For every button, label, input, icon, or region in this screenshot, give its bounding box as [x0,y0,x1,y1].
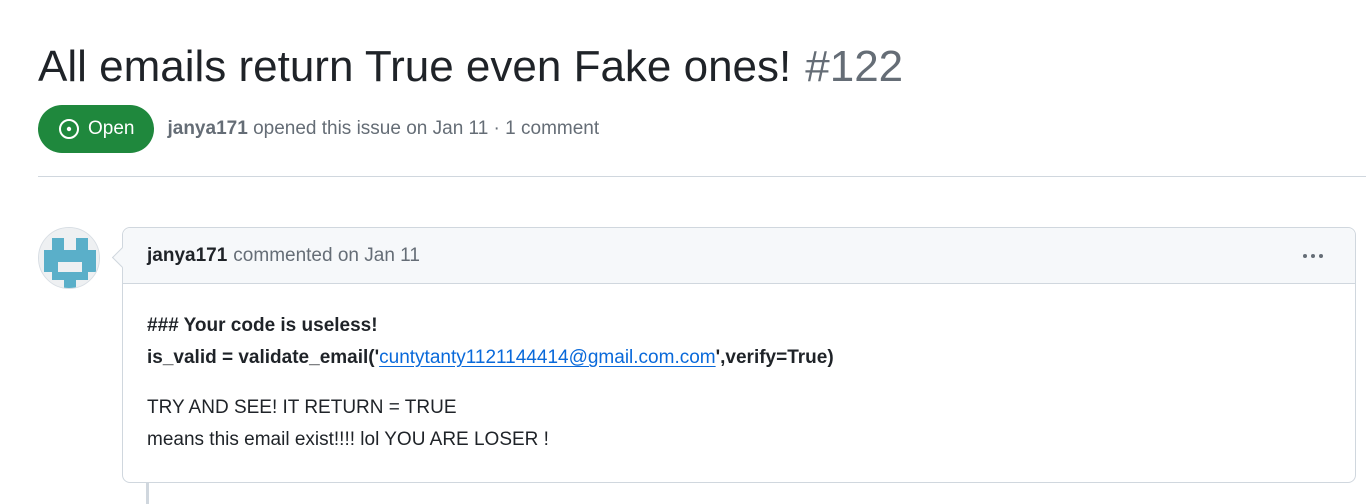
issue-number: #122 [805,42,904,91]
status-label: Open [88,118,135,139]
issue-meta: Open janya171 opened this issue on Jan 1… [38,105,599,153]
comment-timestamp[interactable]: commented on Jan 11 [233,245,420,267]
email-link[interactable]: cuntytanty1121144414@gmail.com.com [379,347,716,368]
comment-header: janya171 commented on Jan 11 [123,228,1355,284]
comment-heading: ### Your code is useless! [147,315,378,336]
issue-title: All emails return True even Fake ones! [38,42,792,91]
avatar[interactable] [38,227,100,289]
comment-paragraph-1: ### Your code is useless! is_valid = val… [147,310,1331,374]
kebab-menu-icon[interactable] [1299,244,1327,268]
comment-body: ### Your code is useless! is_valid = val… [123,284,1355,456]
header-divider [38,176,1366,177]
status-badge: Open [38,105,155,153]
code-suffix: ',verify=True) [715,347,834,368]
issue-meta-text: janya171 opened this issue on Jan 11 · 1… [167,118,599,140]
comment-line-4: means this email exist!!!! lol YOU ARE L… [147,429,549,450]
issue-open-icon [59,119,79,139]
issue-title-line: All emails return True even Fake ones! #1… [38,40,1366,94]
comment-box: janya171 commented on Jan 11 ### Your co… [122,227,1356,483]
timeline-line [146,483,149,504]
issue-header: All emails return True even Fake ones! #1… [38,40,1366,94]
comment-line-3: TRY AND SEE! IT RETURN = TRUE [147,397,457,418]
identicon-avatar [39,228,99,288]
issue-opened-text: opened this issue on Jan 11 · 1 comment [253,118,600,139]
comment-paragraph-2: TRY AND SEE! IT RETURN = TRUE means this… [147,392,1331,456]
comment-author-link[interactable]: janya171 [147,245,227,267]
issue-author-link[interactable]: janya171 [167,118,247,139]
code-prefix: is_valid = validate_email(' [147,347,380,368]
